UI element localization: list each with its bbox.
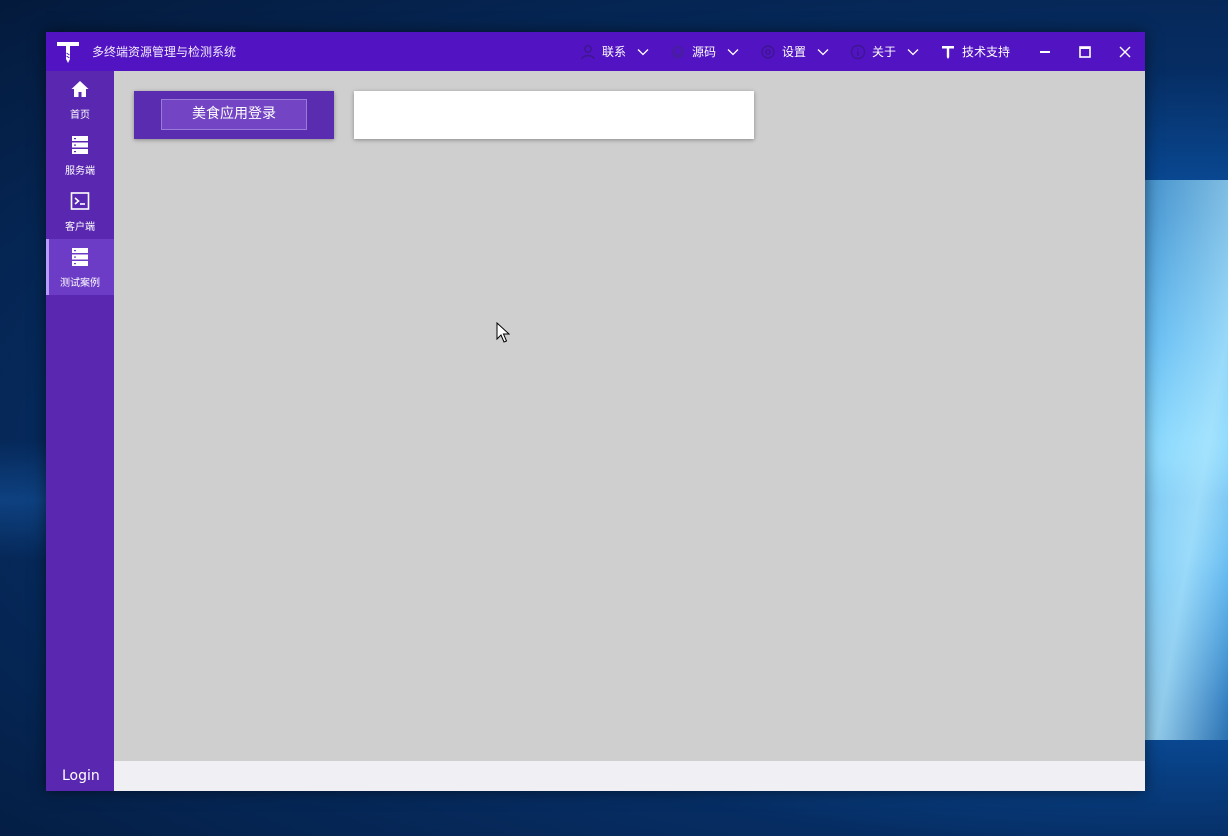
menu-source[interactable]: 源码: [670, 32, 740, 71]
gear-icon: [761, 44, 775, 59]
menu-tech-support[interactable]: 技术支持: [940, 32, 1010, 71]
menu-settings-label: 设置: [782, 45, 807, 59]
chevron-down-icon: [727, 48, 739, 55]
close-icon: [1119, 46, 1131, 57]
tech-logo-icon: [942, 45, 954, 59]
server-icon: [72, 248, 88, 266]
sidebar-item-label: 服务端: [65, 166, 95, 177]
user-icon: [581, 44, 595, 59]
main-content: 美食应用登录: [114, 71, 1145, 761]
sidebar-item-label: 测试案例: [60, 278, 100, 289]
terminal-icon: [70, 192, 90, 210]
food-app-login-button[interactable]: 美食应用登录: [161, 99, 307, 130]
result-output-panel: [354, 91, 754, 139]
maximize-button[interactable]: [1065, 32, 1105, 71]
title-bar[interactable]: 多终端资源管理与检测系统 联系 源码 设置 关于 技术支持: [46, 32, 1145, 71]
test-case-card: 美食应用登录: [134, 91, 334, 139]
app-window: 多终端资源管理与检测系统 联系 源码 设置 关于 技术支持 首页 服务端 客户端…: [46, 32, 1145, 791]
menu-about[interactable]: 关于: [850, 32, 920, 71]
sidebar-item-home[interactable]: 首页: [46, 71, 114, 127]
mouse-cursor-icon: [496, 322, 510, 343]
server-icon: [72, 136, 88, 154]
sidebar-item-label: 首页: [70, 110, 90, 121]
sidebar-item-label: 客户端: [65, 222, 95, 233]
info-icon: [850, 44, 866, 59]
home-icon: [71, 81, 89, 97]
app-logo-icon: [57, 42, 79, 63]
github-icon: [671, 45, 685, 58]
menu-settings[interactable]: 设置: [760, 32, 830, 71]
sidebar-item-client[interactable]: 客户端: [46, 183, 114, 239]
menu-tech-support-label: 技术支持: [962, 45, 1011, 59]
chevron-down-icon: [637, 48, 649, 55]
menu-contact[interactable]: 联系: [580, 32, 650, 71]
sidebar: 首页 服务端 客户端 测试案例: [46, 71, 114, 761]
status-bar: [114, 761, 1145, 791]
chevron-down-icon: [817, 48, 829, 55]
maximize-icon: [1079, 45, 1091, 58]
menu-about-label: 关于: [872, 45, 897, 59]
minimize-button[interactable]: [1025, 32, 1065, 71]
chevron-down-icon: [907, 48, 919, 55]
minimize-icon: [1040, 50, 1050, 53]
close-button[interactable]: [1105, 32, 1145, 71]
menu-source-label: 源码: [692, 45, 717, 59]
login-button[interactable]: Login: [46, 761, 114, 791]
sidebar-item-test-cases[interactable]: 测试案例: [46, 239, 114, 295]
sidebar-item-server[interactable]: 服务端: [46, 127, 114, 183]
menu-contact-label: 联系: [602, 45, 627, 59]
app-title: 多终端资源管理与检测系统: [92, 45, 237, 59]
